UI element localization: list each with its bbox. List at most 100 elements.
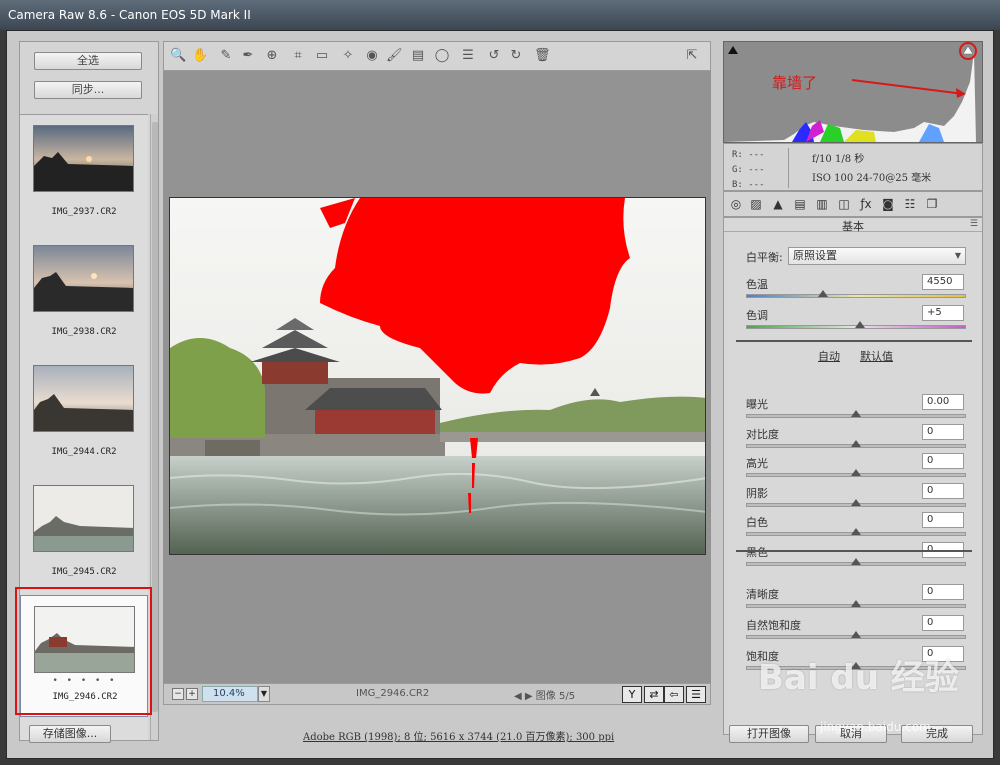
snapshots-tab-icon[interactable]: ❐: [924, 196, 940, 212]
adjustment-slider[interactable]: [746, 410, 966, 418]
temperature-slider[interactable]: [746, 290, 966, 298]
straighten-icon[interactable]: ▭: [314, 48, 330, 64]
selection-highlight-box: [15, 587, 152, 715]
thumbnail-image: [33, 365, 134, 432]
spot-removal-icon[interactable]: ✧: [340, 48, 356, 64]
g-value: G: ---: [732, 165, 765, 175]
sync-button[interactable]: 同步...: [34, 81, 142, 99]
adjustment-slider[interactable]: [746, 631, 966, 639]
zoom-dropdown-icon[interactable]: ▼: [258, 686, 270, 702]
presets-tab-icon[interactable]: ☷: [902, 196, 918, 212]
scrollbar-thumb[interactable]: [152, 122, 158, 712]
detail-tab-icon[interactable]: ▲: [770, 196, 786, 212]
open-image-button[interactable]: 打开图像: [729, 725, 809, 743]
image-count: 图像 5/5: [535, 691, 576, 702]
workflow-options-link[interactable]: Adobe RGB (1998); 8 位; 5616 x 3744 (21.0…: [303, 728, 614, 743]
thumbnail-item[interactable]: IMG_2944.CR2: [20, 355, 148, 473]
adjustment-value-field[interactable]: 0: [922, 423, 964, 440]
white-balance-select[interactable]: 原照设置 ▼: [788, 247, 966, 265]
adjustment-value-field[interactable]: 0: [922, 453, 964, 469]
preferences-icon[interactable]: ☰: [460, 48, 476, 64]
tint-slider[interactable]: [746, 321, 966, 329]
thumbnail-image: [33, 125, 134, 192]
slider-knob[interactable]: [851, 528, 861, 535]
radial-filter-icon[interactable]: ◯: [434, 48, 450, 64]
fullscreen-icon[interactable]: ⇱: [684, 48, 700, 64]
graduated-filter-icon[interactable]: ▤: [410, 48, 426, 64]
swap-settings-icon[interactable]: ⇄: [644, 686, 664, 703]
auto-link[interactable]: 自动: [818, 348, 840, 364]
panel-menu-icon[interactable]: ☰: [970, 219, 978, 229]
view-options-icon[interactable]: ☰: [686, 686, 706, 703]
previous-image-icon[interactable]: ◀: [514, 691, 522, 702]
trash-icon[interactable]: 🗑: [534, 48, 551, 64]
info-panel: R: --- G: --- B: --- f/10 1/8 秒 ISO 100 …: [723, 143, 983, 191]
targeted-adjustment-icon[interactable]: ⊕: [264, 48, 280, 64]
toolbar: 🔍 ✋ ✎ ✒ ⊕ ⌗ ▭ ✧ ◉ 🖌 ▤ ◯ ☰ ↺ ↻ 🗑 ⇱: [163, 41, 711, 71]
temperature-field[interactable]: 4550: [922, 274, 964, 290]
slider-knob[interactable]: [851, 631, 861, 638]
zoom-in-button[interactable]: +: [186, 688, 198, 700]
camera-calibration-tab-icon[interactable]: ◙: [880, 196, 896, 212]
hsl-tab-icon[interactable]: ▤: [792, 196, 808, 212]
histogram: 靠墙了: [723, 41, 983, 143]
adjustment-slider[interactable]: [746, 600, 966, 608]
temperature-label: 色温: [746, 278, 768, 291]
divider: [736, 340, 972, 342]
tint-field[interactable]: +5: [922, 305, 964, 321]
hand-icon[interactable]: ✋: [192, 48, 208, 64]
slider-knob[interactable]: [851, 410, 861, 417]
lens-corrections-tab-icon[interactable]: ◫: [836, 196, 852, 212]
default-link[interactable]: 默认值: [860, 348, 893, 364]
slider-knob[interactable]: [818, 290, 829, 297]
adjustment-slider[interactable]: [746, 469, 966, 477]
crop-icon[interactable]: ⌗: [290, 48, 306, 64]
effects-tab-icon[interactable]: ƒx: [858, 196, 874, 212]
preview-image[interactable]: [169, 197, 706, 555]
thumbnail-image: [33, 245, 134, 312]
adjustment-brush-icon[interactable]: 🖌: [386, 48, 403, 64]
before-after-icon[interactable]: Y: [622, 686, 642, 703]
save-image-button[interactable]: 存储图像...: [29, 725, 111, 743]
slider-knob[interactable]: [855, 321, 866, 328]
zoom-level-field[interactable]: 10.4%: [202, 686, 258, 702]
basic-tab-icon[interactable]: ◎: [728, 196, 744, 212]
adjustment-value-field[interactable]: 0: [922, 615, 964, 631]
divider: [788, 148, 789, 188]
thumbnail-image: [33, 485, 134, 552]
select-all-button[interactable]: 全选: [34, 52, 142, 70]
adjustment-value-field[interactable]: 0: [922, 512, 964, 528]
tone-curve-tab-icon[interactable]: ▨: [748, 196, 764, 212]
slider-knob[interactable]: [851, 600, 861, 607]
slider-knob[interactable]: [851, 557, 861, 565]
thumbnail-filename: IMG_2938.CR2: [51, 327, 117, 337]
slider-knob[interactable]: [851, 498, 861, 506]
slider-knob[interactable]: [851, 439, 861, 447]
adjustment-slider[interactable]: [746, 528, 966, 536]
thumbnail-item[interactable]: IMG_2937.CR2: [20, 115, 148, 233]
adjustment-slider[interactable]: [746, 557, 966, 566]
copy-settings-icon[interactable]: ⇦: [664, 686, 684, 703]
adjustment-value-field[interactable]: 0: [922, 584, 964, 600]
adjustment-value-field[interactable]: 0: [922, 482, 964, 499]
title-bar: Camera Raw 8.6 - Canon EOS 5D Mark II: [0, 0, 1000, 30]
preview-area: [163, 71, 711, 683]
thumbnail-item[interactable]: IMG_2945.CR2: [20, 475, 148, 593]
zoom-out-button[interactable]: −: [172, 688, 184, 700]
thumbnail-item[interactable]: IMG_2938.CR2: [20, 235, 148, 353]
rotate-right-icon[interactable]: ↻: [508, 48, 524, 64]
white-balance-icon[interactable]: ✎: [218, 48, 234, 64]
color-sampler-icon[interactable]: ✒: [240, 48, 256, 64]
zoom-icon[interactable]: 🔍: [170, 48, 186, 64]
adjustment-label: 高光: [746, 457, 768, 470]
red-eye-icon[interactable]: ◉: [364, 48, 380, 64]
panel-tabs: ◎ ▨ ▲ ▤ ▥ ◫ ƒx ◙ ☷ ❐: [723, 191, 983, 217]
preview-status-bar: − + 10.4% ▼ IMG_2946.CR2 ◀ ▶ 图像 5/5 Y ⇄ …: [163, 683, 711, 705]
slider-knob[interactable]: [851, 469, 861, 476]
rotate-left-icon[interactable]: ↺: [486, 48, 502, 64]
adjustment-slider[interactable]: [746, 498, 966, 507]
split-toning-tab-icon[interactable]: ▥: [814, 196, 830, 212]
next-image-icon[interactable]: ▶: [525, 691, 533, 702]
adjustment-slider[interactable]: [746, 439, 966, 448]
adjustment-value-field[interactable]: 0.00: [922, 394, 964, 410]
